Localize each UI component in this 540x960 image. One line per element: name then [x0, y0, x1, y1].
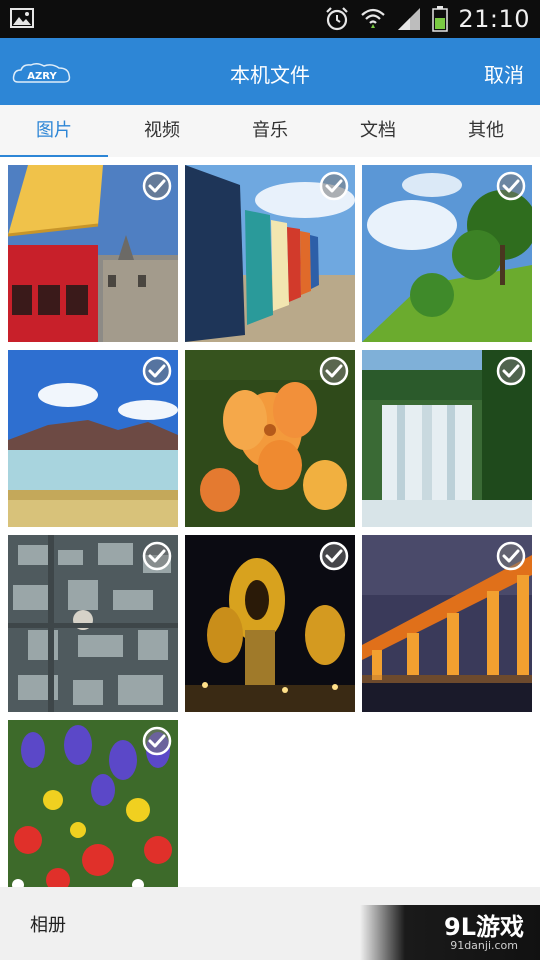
tab-music[interactable]: 音乐 — [216, 105, 324, 157]
alarm-icon — [326, 7, 349, 31]
checkmark-icon[interactable] — [496, 356, 526, 386]
checkmark-icon[interactable] — [319, 171, 349, 201]
cancel-button[interactable]: 取消 — [484, 59, 524, 88]
photo-thumbnail[interactable] — [8, 165, 178, 342]
tab-other[interactable]: 其他 — [432, 105, 540, 157]
gallery-icon — [10, 8, 34, 28]
photo-thumbnail[interactable] — [185, 535, 355, 712]
checkmark-icon[interactable] — [319, 356, 349, 386]
checkmark-icon[interactable] — [142, 726, 172, 756]
tab-videos[interactable]: 视频 — [108, 105, 216, 157]
clock: 21:10 — [458, 5, 530, 33]
wifi-icon — [361, 8, 386, 28]
tab-images[interactable]: 图片 — [0, 105, 108, 158]
photo-thumbnail[interactable] — [8, 535, 178, 712]
title-bar: AZRY 本机文件 取消 — [0, 38, 540, 105]
photo-thumbnail[interactable] — [8, 350, 178, 527]
photo-thumbnail[interactable] — [362, 535, 532, 712]
album-button[interactable]: 相册 — [30, 911, 66, 937]
tab-bar: 图片 视频 音乐 文档 其他 — [0, 105, 540, 158]
battery-icon — [432, 6, 449, 32]
photo-thumbnail[interactable] — [8, 720, 178, 897]
photo-thumbnail[interactable] — [185, 165, 355, 342]
watermark-title: 9L游戏 — [444, 913, 524, 941]
status-bar: 21:10 — [0, 0, 540, 38]
tab-documents[interactable]: 文档 — [324, 105, 432, 157]
watermark-url: 91danji.com — [450, 939, 518, 952]
photo-thumbnail[interactable] — [362, 165, 532, 342]
photo-thumbnail[interactable] — [362, 350, 532, 527]
checkmark-icon[interactable] — [142, 356, 172, 386]
signal-icon — [398, 8, 421, 30]
checkmark-icon[interactable] — [142, 541, 172, 571]
bottom-bar: 相册 9L游戏 91danji.com — [0, 887, 540, 960]
photo-thumbnail[interactable] — [185, 350, 355, 527]
checkmark-icon[interactable] — [319, 541, 349, 571]
checkmark-icon[interactable] — [496, 171, 526, 201]
checkmark-icon[interactable] — [142, 171, 172, 201]
photo-grid — [0, 157, 540, 897]
watermark: 9L游戏 91danji.com — [360, 905, 540, 960]
page-title: 本机文件 — [230, 63, 310, 87]
checkmark-icon[interactable] — [496, 541, 526, 571]
